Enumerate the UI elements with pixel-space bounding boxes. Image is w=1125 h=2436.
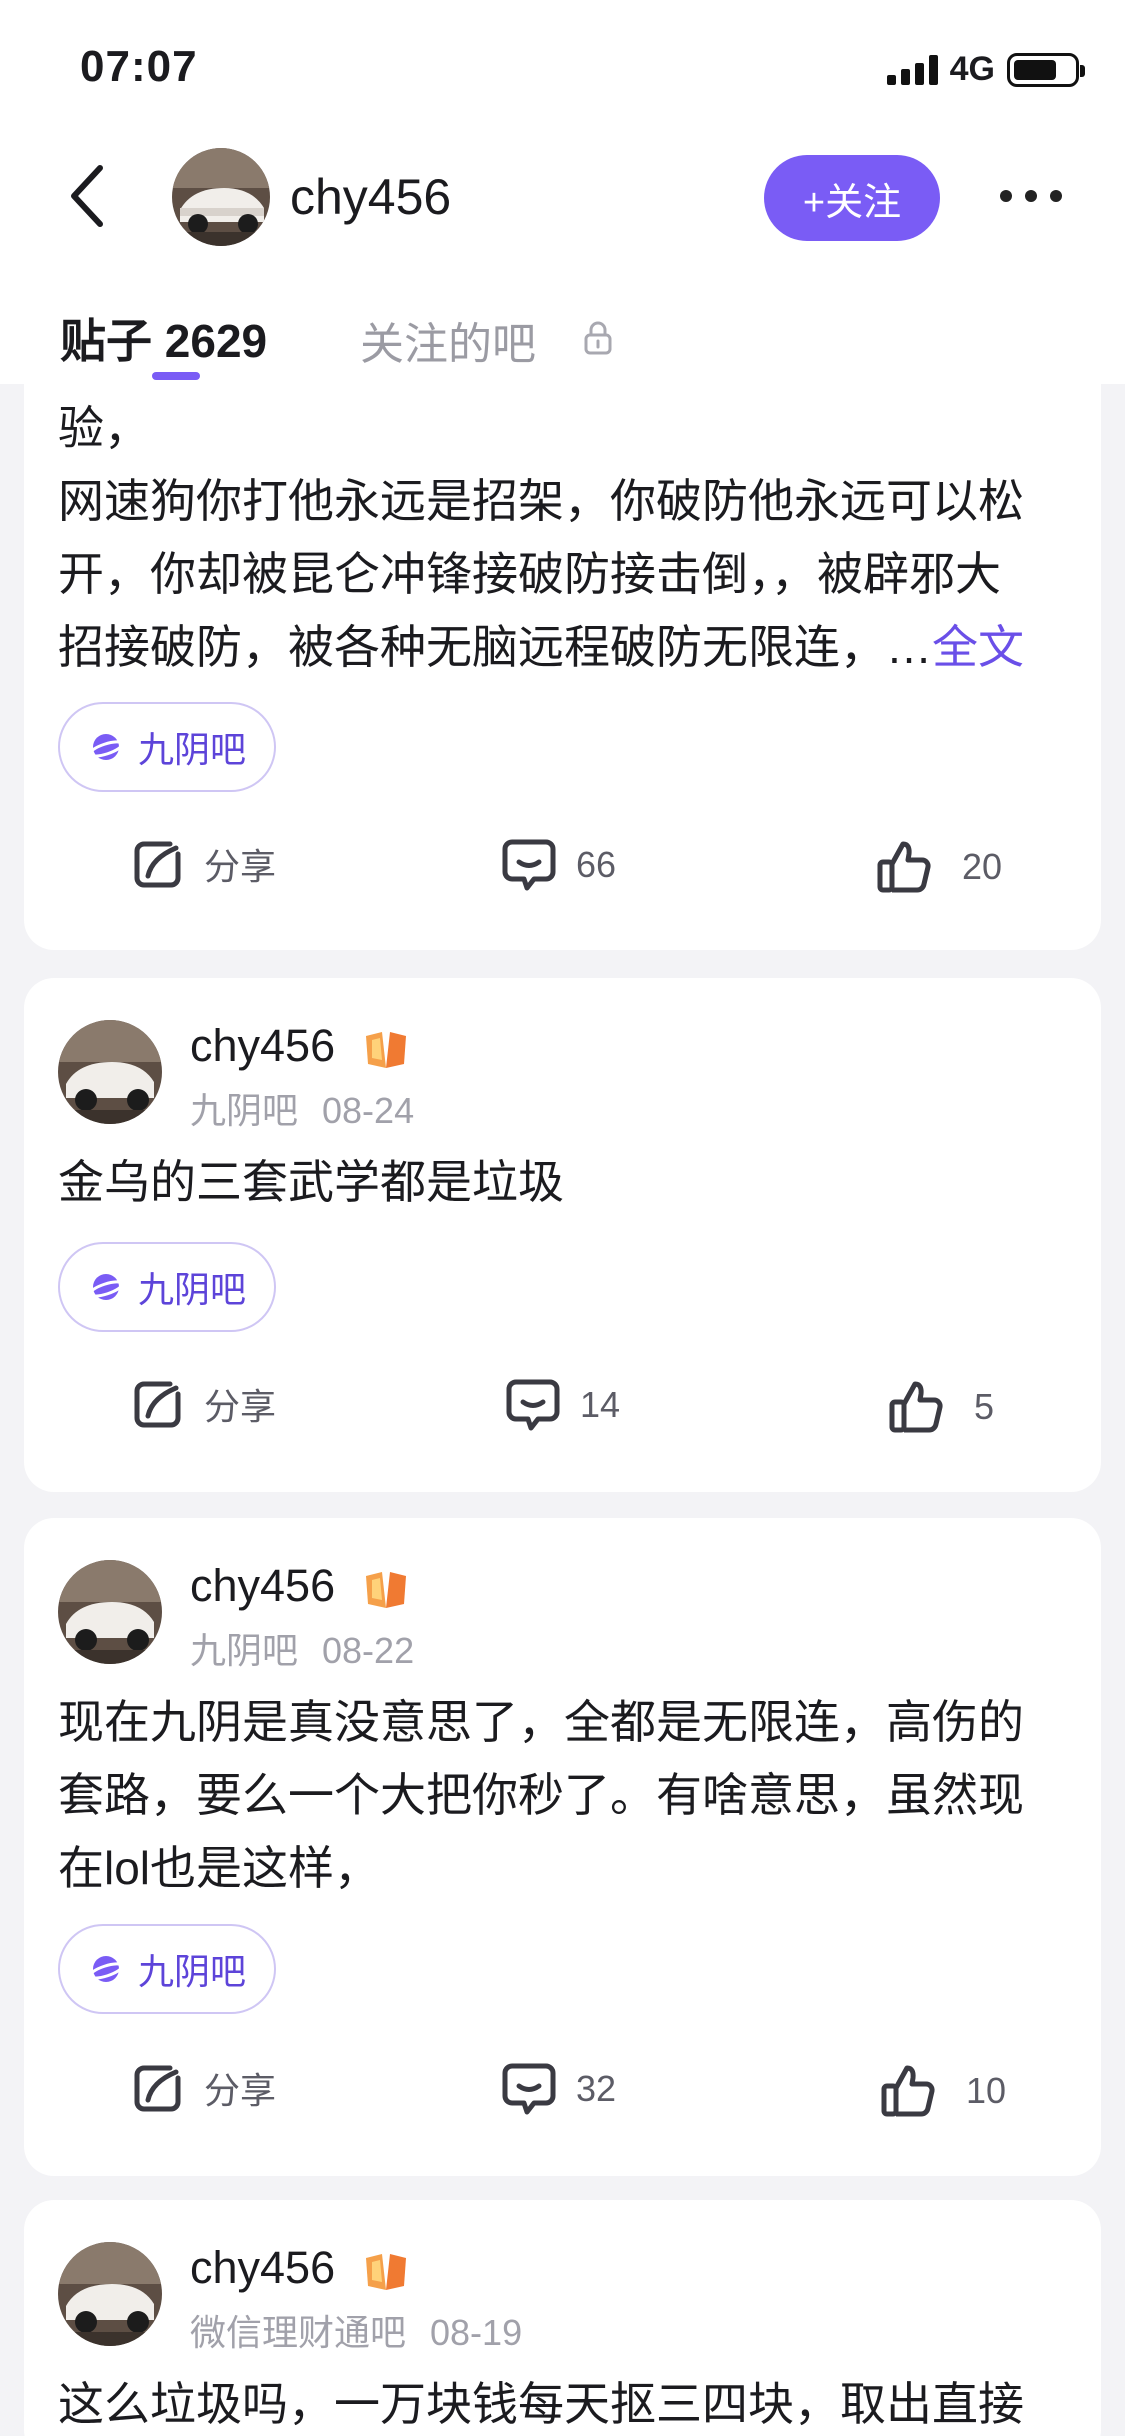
chevron-left-icon <box>71 165 103 227</box>
forum-tag[interactable]: 九阴吧 <box>58 1242 276 1332</box>
back-button[interactable] <box>58 160 118 232</box>
share-label: 分享 <box>204 846 277 887</box>
thumbs-up-icon <box>889 1381 943 1433</box>
status-icons: 4G <box>886 50 1085 89</box>
post-card[interactable]: 验， 网速狗你打他永远是招架，你破防他永远可以松 开，你却被昆仑冲锋接破防接击倒… <box>24 300 1101 950</box>
comment-icon <box>502 839 556 891</box>
tab-active-indicator <box>152 372 200 380</box>
full-text-link[interactable]: 全文 <box>932 621 1024 673</box>
post-text[interactable]: 金乌的三套武学都是垃圾 <box>58 1146 1098 1219</box>
share-label: 分享 <box>204 1386 277 1427</box>
level-badge-icon <box>366 1032 406 1068</box>
level-badge-icon <box>366 2254 406 2290</box>
comment-button[interactable]: 66 <box>500 836 616 894</box>
level-badge-icon <box>366 1572 406 1608</box>
comment-button[interactable]: 32 <box>500 2060 616 2118</box>
post-date: 08-22 <box>322 1630 415 1671</box>
battery-icon <box>1007 52 1085 87</box>
follow-button[interactable]: +关注 <box>764 155 940 241</box>
share-button[interactable]: 分享 <box>130 2060 276 2116</box>
post-text[interactable]: 现在九阴是真没意思了，全都是无限连，高伤的 套路，要么一个大把你秒了。有啥意思，… <box>58 1686 1098 1905</box>
post-username[interactable]: chy456 <box>190 2242 335 2294</box>
avatar[interactable] <box>58 1020 162 1124</box>
share-button[interactable]: 分享 <box>130 1376 276 1432</box>
like-count: 5 <box>974 1386 995 1427</box>
forum-tag-label: 九阴吧 <box>137 1951 246 1992</box>
thumbs-up-icon <box>881 2065 935 2117</box>
avatar[interactable] <box>58 1560 162 1664</box>
avatar[interactable] <box>172 148 270 246</box>
post-text[interactable]: 验， 网速狗你打他永远是招架，你破防他永远可以松 开，你却被昆仑冲锋接破防接击倒… <box>58 392 1098 684</box>
post-date: 08-19 <box>430 2312 523 2353</box>
comment-icon <box>506 1379 560 1431</box>
post-meta: 微信理财通吧 08-19 <box>190 2304 522 2356</box>
post-forum[interactable]: 微信理财通吧 <box>190 2312 406 2353</box>
post-text[interactable]: 这么垃圾吗，一万块钱每天抠三四块，取出直接 <box>58 2368 1098 2436</box>
post-meta: 九阴吧 08-24 <box>190 1082 414 1134</box>
post-card[interactable]: chy456 九阴吧 08-24 金乌的三套武学都是垃圾 九阴吧 分享 14 5 <box>24 978 1101 1492</box>
like-button[interactable]: 20 <box>876 838 1002 896</box>
post-forum[interactable]: 九阴吧 <box>190 1630 298 1671</box>
forum-tag-label: 九阴吧 <box>137 1269 246 1310</box>
comment-button[interactable]: 14 <box>504 1376 620 1434</box>
profile-header: 07:07 4G chy456 +关注 贴子 2629 关注的吧 <box>0 0 1125 384</box>
forum-planet-icon <box>88 1274 124 1300</box>
share-button[interactable]: 分享 <box>130 836 276 892</box>
forum-planet-icon <box>88 734 124 760</box>
status-time: 07:07 <box>80 42 198 91</box>
forum-tag[interactable]: 九阴吧 <box>58 702 276 792</box>
like-button[interactable]: 5 <box>888 1378 994 1436</box>
tab-following-bars[interactable]: 关注的吧 <box>360 308 536 372</box>
lock-icon <box>584 321 612 355</box>
post-meta: 九阴吧 08-22 <box>190 1622 414 1674</box>
share-icon <box>134 2065 181 2112</box>
forum-tag-label: 九阴吧 <box>137 729 246 770</box>
post-card[interactable]: chy456 微信理财通吧 08-19 这么垃圾吗，一万块钱每天抠三四块，取出直接 <box>24 2200 1101 2436</box>
comment-count: 32 <box>576 2068 617 2109</box>
share-icon <box>134 841 181 888</box>
comment-count: 14 <box>580 1384 621 1425</box>
post-date: 08-24 <box>322 1090 415 1131</box>
like-count: 10 <box>966 2070 1007 2111</box>
share-icon <box>134 1381 181 1428</box>
signal-icon <box>886 54 938 85</box>
like-count: 20 <box>962 846 1003 887</box>
post-card[interactable]: chy456 九阴吧 08-22 现在九阴是真没意思了，全都是无限连，高伤的 套路… <box>24 1518 1101 2176</box>
post-forum[interactable]: 九阴吧 <box>190 1090 298 1131</box>
comment-icon <box>502 2063 556 2115</box>
thumbs-up-icon <box>877 841 931 893</box>
avatar[interactable] <box>58 2242 162 2346</box>
profile-username: chy456 <box>290 169 452 225</box>
more-options-icon[interactable] <box>1000 190 1062 202</box>
post-username[interactable]: chy456 <box>190 1560 335 1612</box>
tab-posts[interactable]: 贴子 2629 <box>60 305 267 371</box>
forum-planet-icon <box>88 1956 124 1982</box>
post-username[interactable]: chy456 <box>190 1020 335 1072</box>
comment-count: 66 <box>576 844 617 885</box>
network-label: 4G <box>949 50 995 88</box>
like-button[interactable]: 10 <box>880 2062 1006 2120</box>
forum-tag[interactable]: 九阴吧 <box>58 1924 276 2014</box>
share-label: 分享 <box>204 2070 277 2111</box>
